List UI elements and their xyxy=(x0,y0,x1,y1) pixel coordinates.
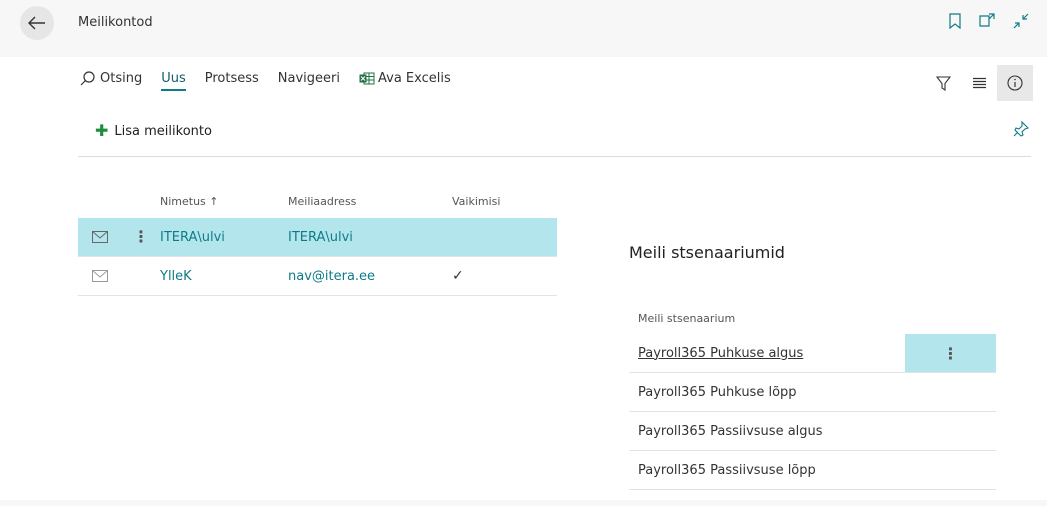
scenario-label[interactable]: Payroll365 Passiivsuse lõpp xyxy=(638,463,816,478)
bookmark-icon[interactable] xyxy=(949,13,961,29)
filter-icon xyxy=(935,75,951,91)
arrow-left-icon xyxy=(28,16,45,30)
row-actions-button[interactable]: ⋮ xyxy=(122,229,160,245)
column-header-email[interactable]: Meiliaadress xyxy=(288,195,452,208)
row-actions-button[interactable] xyxy=(905,451,996,489)
search-label: Otsing xyxy=(100,71,143,86)
table-row[interactable]: YlleK nav@itera.ee ✓ xyxy=(78,257,557,296)
right-actions xyxy=(925,65,1033,101)
info-icon xyxy=(1007,75,1023,91)
list-item[interactable]: Payroll365 Puhkuse algus ⋮ xyxy=(629,334,996,373)
back-button[interactable] xyxy=(20,6,54,40)
info-pane-button[interactable] xyxy=(997,65,1033,101)
account-email: ITERA\ulvi xyxy=(288,229,353,245)
page: Meilikontod Otsing Uus Protsess Navigeer… xyxy=(0,0,1047,506)
scenario-label[interactable]: Payroll365 Puhkuse algus xyxy=(638,346,803,361)
tab-new[interactable]: Uus xyxy=(161,71,186,91)
account-default: ✓ xyxy=(452,268,464,284)
row-actions-button[interactable] xyxy=(905,412,996,450)
search-button[interactable]: Otsing xyxy=(80,71,142,86)
add-mail-account-label: Lisa meilikonto xyxy=(114,123,212,139)
plus-icon: ✚ xyxy=(95,121,109,140)
list-item[interactable]: Payroll365 Passiivsuse algus xyxy=(629,412,996,451)
tab-process[interactable]: Protsess xyxy=(205,71,259,86)
scenarios-title: Meili stsenaariumid xyxy=(629,243,785,262)
mail-icon xyxy=(78,270,122,282)
scenario-label[interactable]: Payroll365 Puhkuse lõpp xyxy=(638,385,797,400)
list-item[interactable]: Payroll365 Passiivsuse lõpp xyxy=(629,451,996,490)
table-row[interactable]: ⋮ ITERA\ulvi ITERA\ulvi xyxy=(78,218,557,257)
column-header-default[interactable]: Vaikimisi xyxy=(452,195,557,208)
filter-button[interactable] xyxy=(925,65,961,101)
search-icon xyxy=(80,71,95,86)
scenarios-column-header[interactable]: Meili stsenaarium xyxy=(629,302,996,334)
row-actions-button[interactable]: ⋮ xyxy=(905,334,996,372)
open-excel-button[interactable]: Ava Excelis xyxy=(359,71,451,86)
accounts-list: Nimetus ↑ Meiliaadress Vaikimisi ⋮ ITERA… xyxy=(78,184,557,296)
account-email: nav@itera.ee xyxy=(288,268,376,284)
pin-icon[interactable] xyxy=(1013,120,1030,141)
tab-navigate[interactable]: Navigeeri xyxy=(278,71,340,86)
open-excel-label: Ava Excelis xyxy=(378,71,451,86)
accounts-list-header: Nimetus ↑ Meiliaadress Vaikimisi xyxy=(78,184,557,218)
scenarios-list: Meili stsenaarium Payroll365 Puhkuse alg… xyxy=(629,302,996,490)
list-view-button[interactable] xyxy=(961,65,997,101)
mail-icon xyxy=(78,231,122,243)
account-name[interactable]: YlleK xyxy=(160,269,288,284)
tab-process-label: Protsess xyxy=(204,71,259,86)
page-title: Meilikontod xyxy=(78,15,153,30)
window-controls xyxy=(949,13,1029,29)
tab-new-label: Uus xyxy=(161,71,186,86)
list-item[interactable]: Payroll365 Puhkuse lõpp xyxy=(629,373,996,412)
account-name[interactable]: ITERA\ulvi xyxy=(160,230,288,245)
open-new-window-icon[interactable] xyxy=(979,13,995,29)
list-icon xyxy=(972,77,986,89)
tab-navigate-label: Navigeeri xyxy=(277,71,340,86)
scenario-label[interactable]: Payroll365 Passiivsuse algus xyxy=(638,424,823,439)
excel-icon xyxy=(359,72,375,85)
action-bar: Otsing Uus Protsess Navigeeri Ava Exceli… xyxy=(80,71,470,91)
collapse-icon[interactable] xyxy=(1013,13,1029,29)
column-header-name[interactable]: Nimetus ↑ xyxy=(160,195,288,208)
row-actions-button[interactable] xyxy=(905,373,996,411)
divider xyxy=(78,156,1031,157)
add-mail-account-button[interactable]: ✚ Lisa meilikonto xyxy=(95,123,212,139)
